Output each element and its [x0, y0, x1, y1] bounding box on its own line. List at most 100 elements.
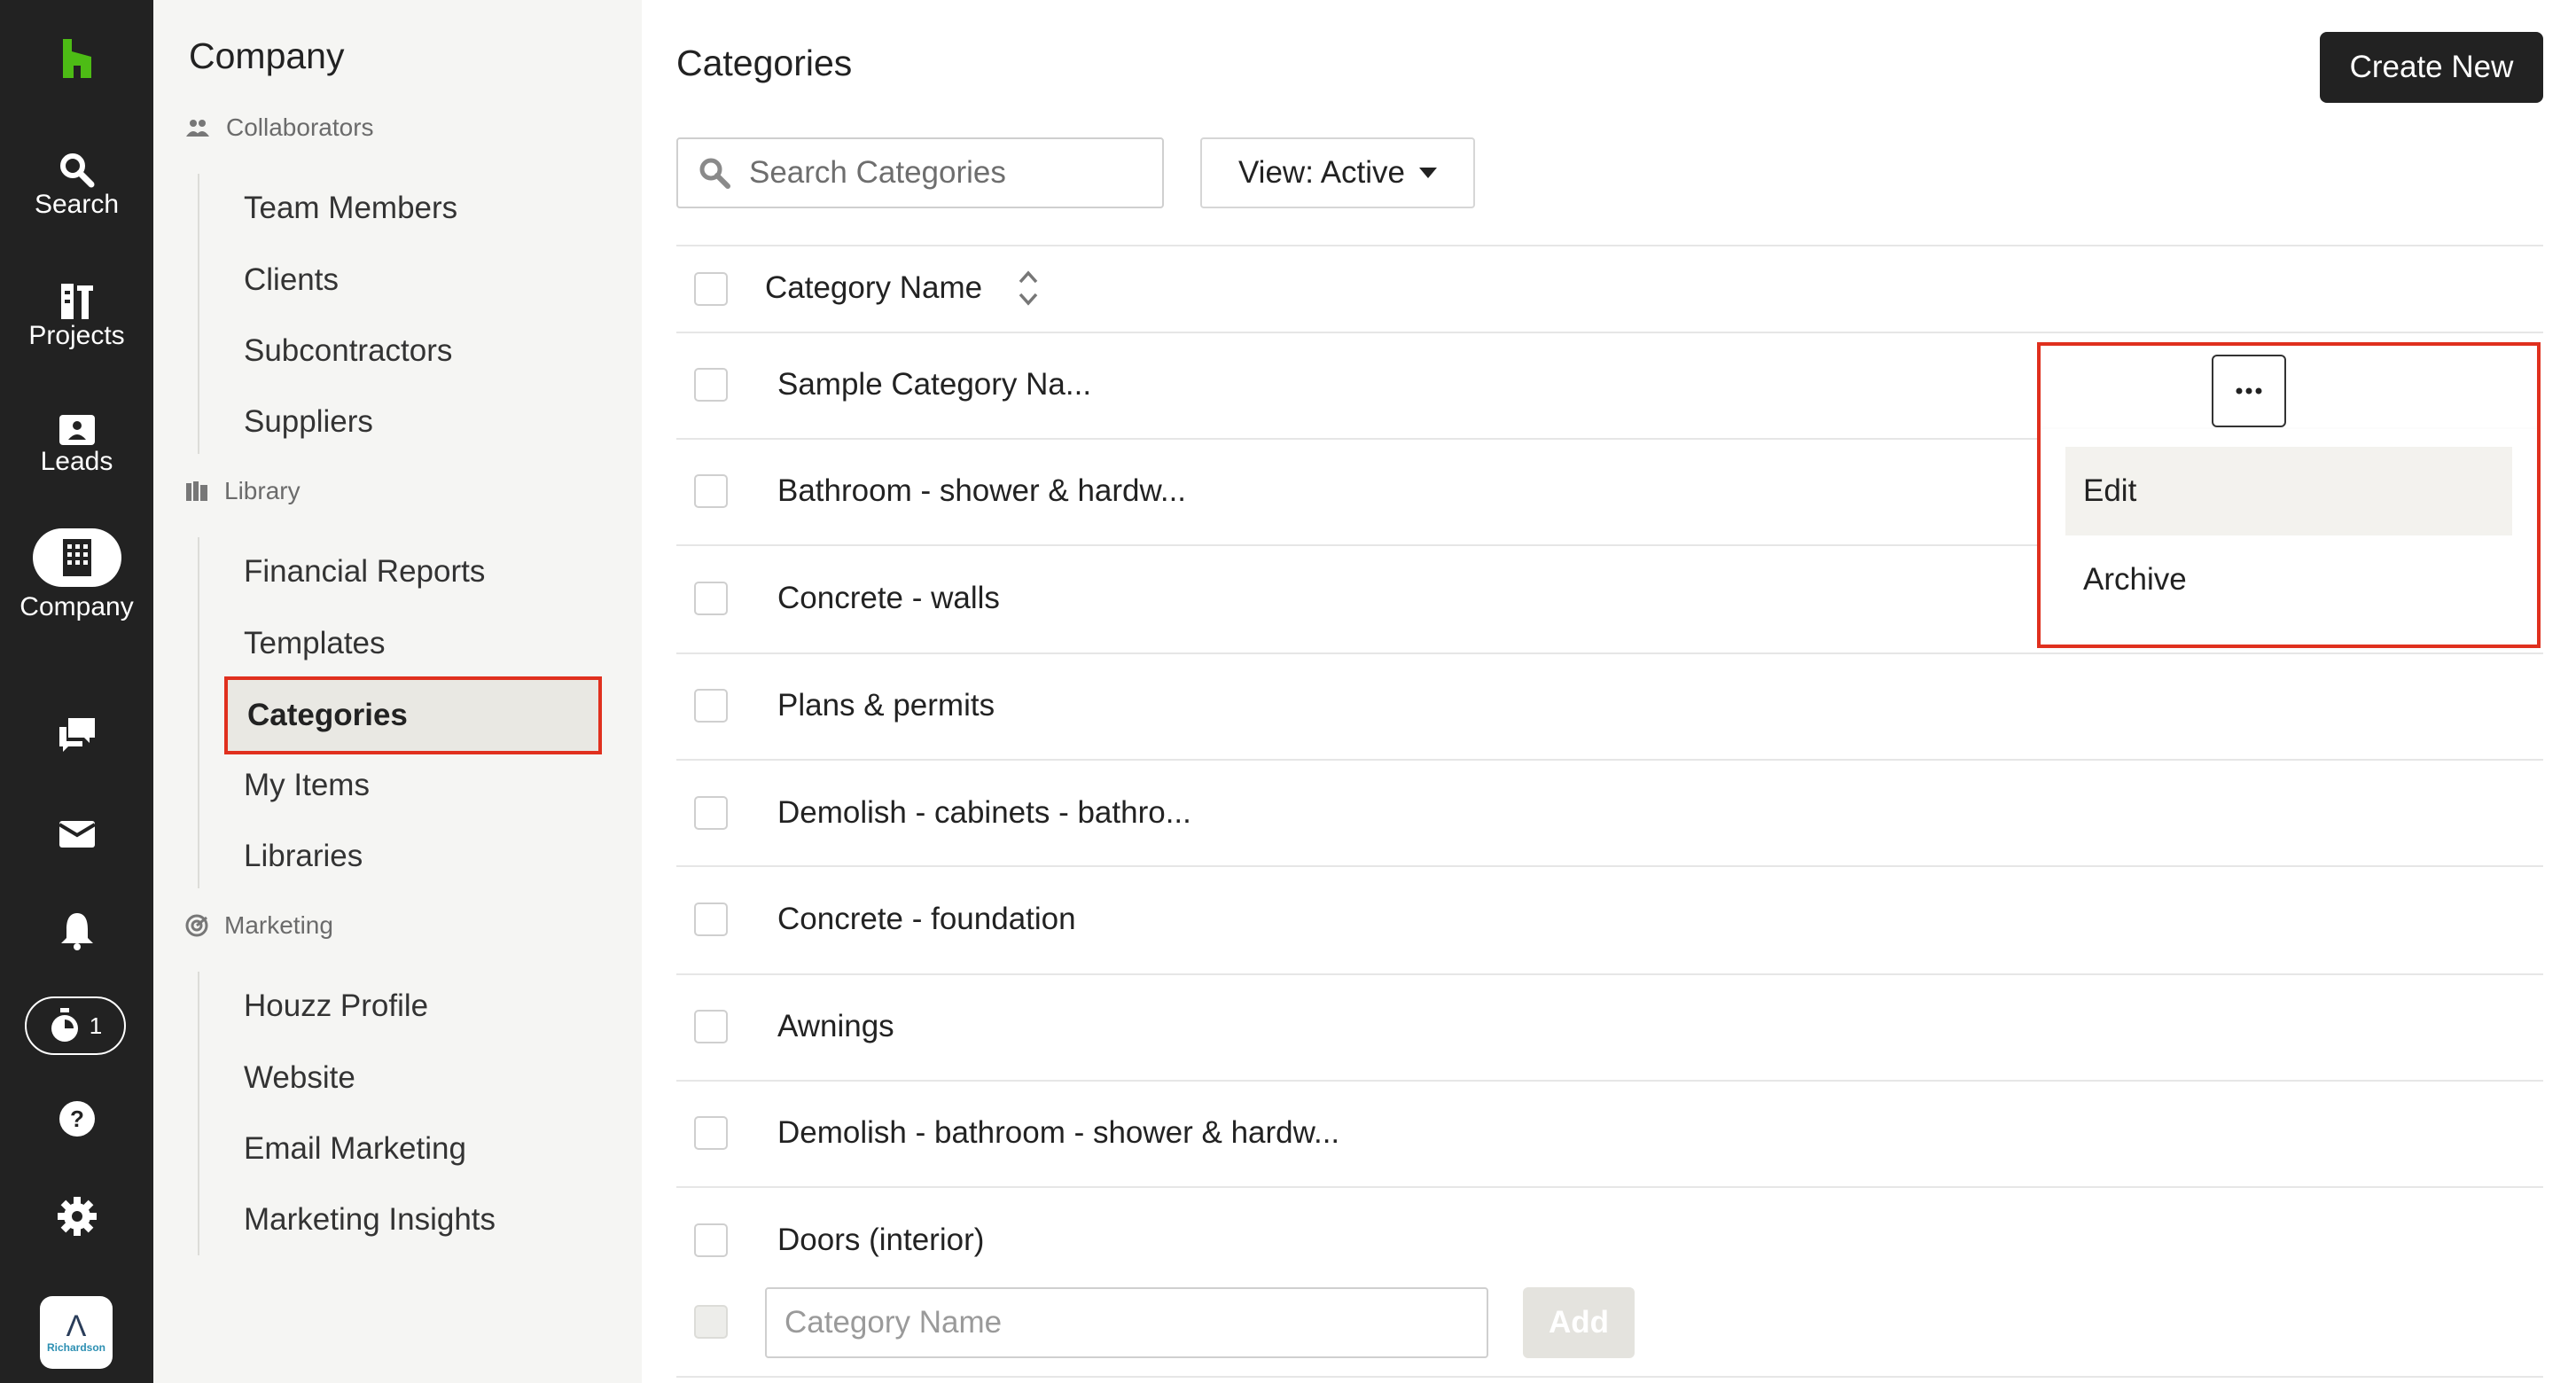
- search-icon: [59, 153, 94, 188]
- company-sidebar: Company Collaborators Team Members Clien…: [153, 0, 642, 1383]
- search-categories-field[interactable]: [676, 137, 1164, 208]
- search-icon: [699, 158, 730, 189]
- row-checkbox[interactable]: [694, 902, 728, 936]
- row-checkbox[interactable]: [694, 689, 728, 723]
- main-content: Categories Create New View: Active Categ…: [642, 0, 2576, 1383]
- table-divider: [676, 973, 2543, 975]
- rail-item-projects[interactable]: Projects: [0, 282, 153, 351]
- projects-icon: [60, 284, 93, 319]
- rail-item-notifications[interactable]: [0, 911, 153, 950]
- table-row[interactable]: Doors (interior): [777, 1223, 984, 1258]
- help-icon: ?: [59, 1101, 95, 1137]
- rail-item-leads[interactable]: Leads: [0, 413, 153, 477]
- page-title: Categories: [676, 43, 853, 83]
- houzz-logo[interactable]: [0, 39, 153, 78]
- sidebar-item-subcontractors[interactable]: Subcontractors: [244, 326, 452, 376]
- table-divider: [676, 759, 2543, 761]
- rail-label-projects: Projects: [28, 321, 125, 350]
- caret-down-icon: [1419, 168, 1438, 178]
- leads-icon: [59, 415, 95, 445]
- rail-item-settings[interactable]: [0, 1197, 153, 1236]
- table-row[interactable]: Sample Category Na...: [777, 367, 1091, 402]
- marketing-icon: [185, 914, 208, 937]
- highlight-frame: [2037, 342, 2541, 648]
- rail-item-search[interactable]: Search: [0, 151, 153, 220]
- sidebar-item-website[interactable]: Website: [244, 1053, 355, 1103]
- row-checkbox[interactable]: [694, 368, 728, 402]
- create-new-button[interactable]: Create New: [2320, 32, 2543, 103]
- sidebar-item-clients[interactable]: Clients: [244, 255, 339, 305]
- time-tracker-button[interactable]: 1: [25, 996, 126, 1055]
- table-divider: [676, 1186, 2543, 1188]
- row-checkbox[interactable]: [694, 474, 728, 508]
- gear-icon: [57, 1197, 97, 1236]
- table-row[interactable]: Demolish - cabinets - bathro...: [777, 795, 1191, 831]
- sidebar-item-suppliers[interactable]: Suppliers: [244, 397, 373, 447]
- table-row[interactable]: Demolish - bathroom - shower & hardw...: [777, 1115, 1339, 1151]
- add-row-checkbox: [694, 1305, 728, 1339]
- rail-label-search: Search: [34, 190, 120, 219]
- rail-item-company[interactable]: Company: [0, 528, 153, 622]
- timer-count: 1: [89, 1012, 103, 1039]
- sidebar-heading: Company: [189, 35, 345, 76]
- sidebar-item-templates[interactable]: Templates: [244, 619, 386, 668]
- chat-bubbles-icon: [59, 718, 95, 752]
- new-category-name-input[interactable]: [765, 1287, 1488, 1358]
- row-checkbox[interactable]: [694, 1010, 728, 1043]
- stopwatch-icon: [51, 1008, 78, 1042]
- row-checkbox[interactable]: [694, 796, 728, 830]
- group-divider-line: [198, 174, 199, 454]
- table-row[interactable]: Bathroom - shower & hardw...: [777, 473, 1186, 509]
- rail-item-help[interactable]: ?: [0, 1099, 153, 1138]
- company-building-icon: [62, 539, 91, 576]
- svg-text:?: ?: [70, 1106, 84, 1132]
- row-checkbox[interactable]: [694, 1223, 728, 1257]
- avatar-company-name: Richardson: [46, 1341, 105, 1354]
- row-checkbox[interactable]: [694, 582, 728, 615]
- table-divider: [676, 865, 2543, 867]
- table-divider: [676, 544, 2037, 546]
- table-row[interactable]: Concrete - foundation: [777, 902, 1076, 937]
- table-divider: [676, 1080, 2543, 1082]
- library-icon: [186, 481, 207, 501]
- sidebar-item-email-marketing[interactable]: Email Marketing: [244, 1124, 466, 1174]
- sidebar-group-title: Collaborators: [226, 113, 374, 141]
- app-nav-rail: Search Projects Leads Company 1 ? Λ Rich…: [0, 0, 153, 1383]
- view-filter-dropdown[interactable]: View: Active: [1200, 137, 1475, 208]
- rail-label-company: Company: [20, 592, 134, 621]
- table-divider: [676, 332, 2543, 333]
- add-category-button[interactable]: Add: [1523, 1287, 1635, 1358]
- bell-icon: [60, 913, 93, 950]
- table-divider: [676, 438, 2037, 440]
- sidebar-group-marketing: Marketing: [185, 911, 333, 940]
- sidebar-item-financial-reports[interactable]: Financial Reports: [244, 547, 485, 597]
- sidebar-item-my-items[interactable]: My Items: [244, 761, 370, 810]
- sidebar-item-marketing-insights[interactable]: Marketing Insights: [244, 1195, 496, 1245]
- houzz-logo-icon: [62, 39, 91, 78]
- table-row[interactable]: Concrete - walls: [777, 581, 1000, 616]
- mail-icon: [58, 821, 96, 848]
- column-header-label: Category Name: [765, 270, 983, 305]
- company-active-pill: [32, 528, 121, 587]
- rail-item-inbox[interactable]: [0, 819, 153, 849]
- rail-label-leads: Leads: [40, 447, 113, 476]
- sidebar-group-title: Library: [224, 477, 301, 504]
- search-input[interactable]: [747, 154, 1141, 191]
- sidebar-item-houzz-profile[interactable]: Houzz Profile: [244, 981, 428, 1031]
- row-checkbox[interactable]: [694, 1116, 728, 1150]
- sidebar-item-categories[interactable]: Categories: [224, 676, 602, 754]
- rail-item-messages[interactable]: [0, 716, 153, 752]
- column-header-category-name[interactable]: Category Name: [765, 268, 1039, 309]
- table-row[interactable]: Awnings: [777, 1009, 894, 1044]
- sidebar-item-team-members[interactable]: Team Members: [244, 184, 457, 233]
- sort-icon[interactable]: [1018, 268, 1039, 309]
- table-row[interactable]: Plans & permits: [777, 688, 995, 723]
- table-divider: [676, 652, 2543, 654]
- group-divider-line: [198, 537, 199, 888]
- group-divider-line: [198, 972, 199, 1255]
- table-divider: [676, 1376, 2543, 1378]
- account-avatar[interactable]: Λ Richardson: [40, 1296, 113, 1369]
- sidebar-item-libraries[interactable]: Libraries: [244, 832, 363, 881]
- select-all-checkbox[interactable]: [694, 272, 728, 306]
- avatar-logo-mark: Λ: [66, 1309, 87, 1343]
